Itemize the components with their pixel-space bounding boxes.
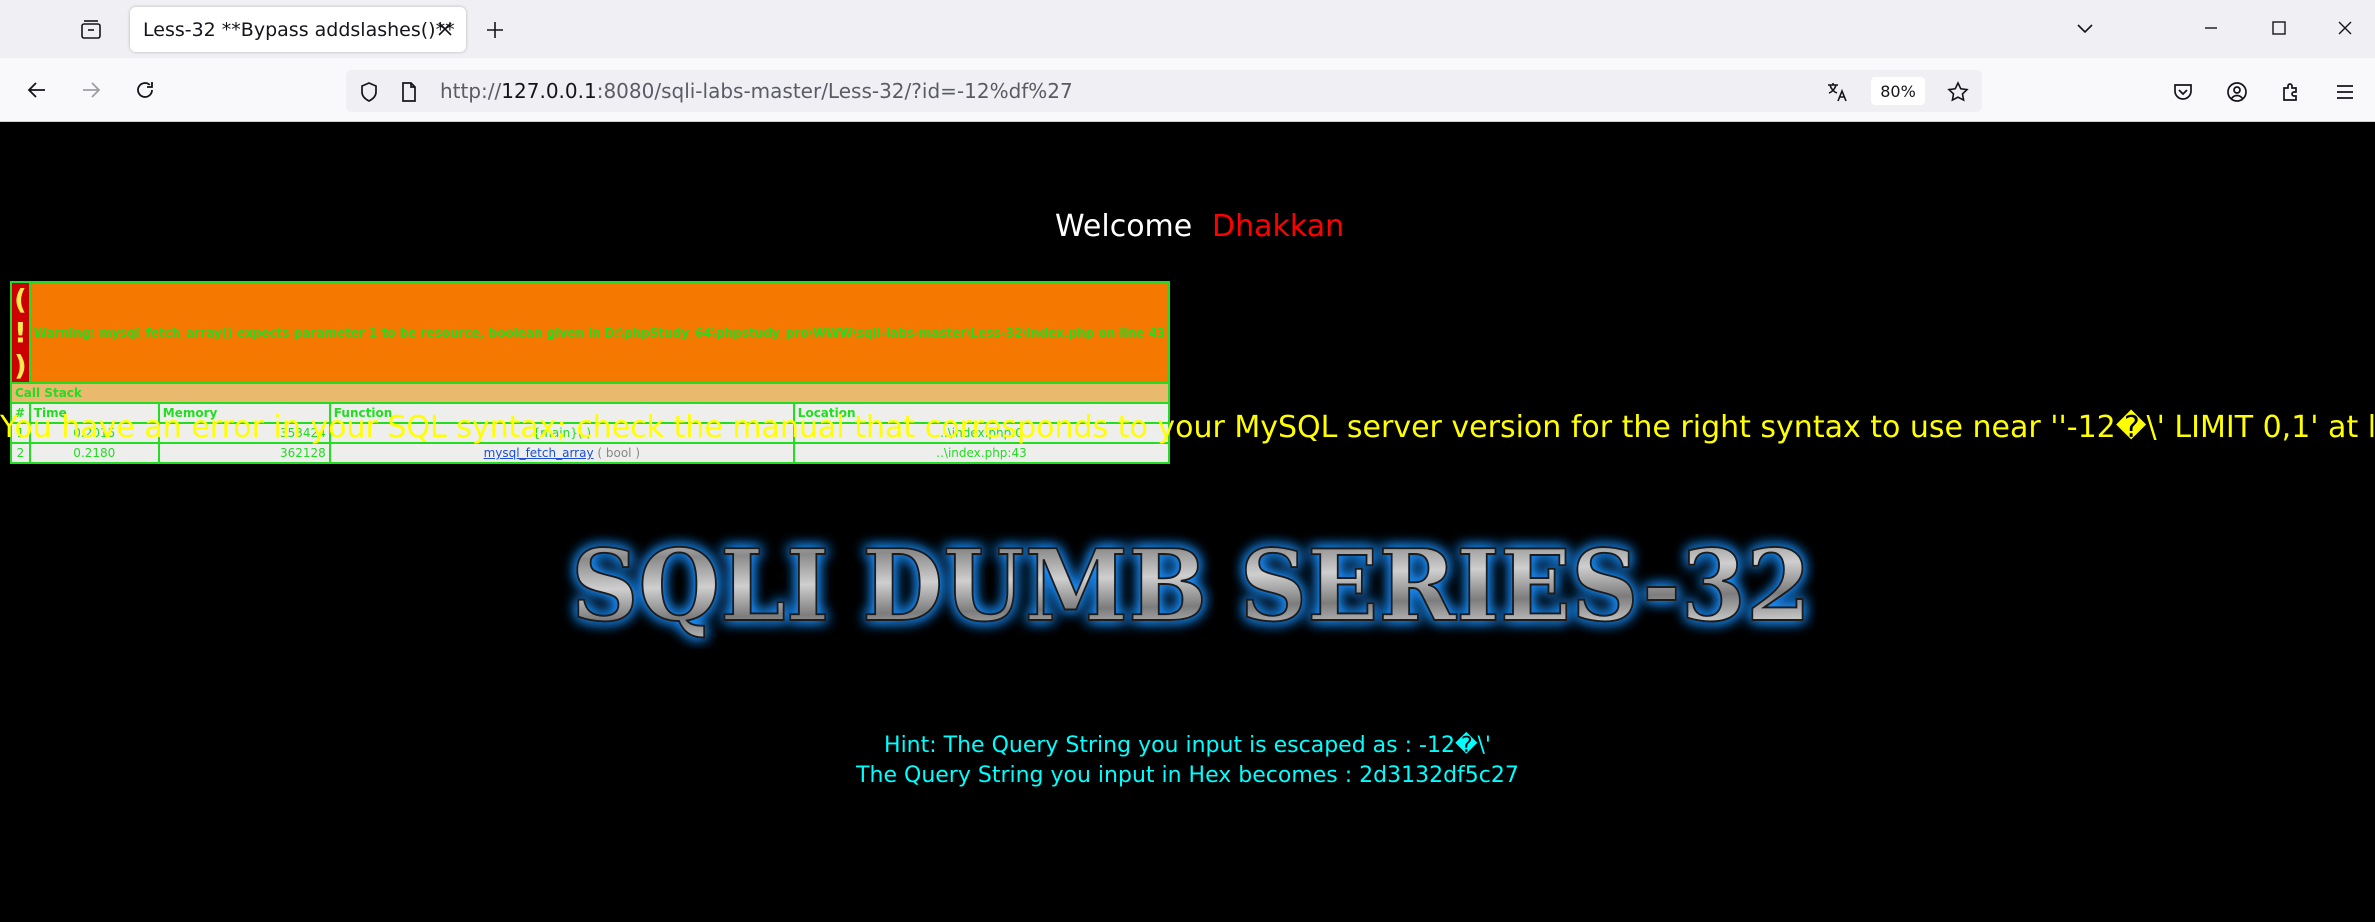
series-banner-image: SQLI DUMB SERIES-32 (570, 528, 1812, 645)
extensions-button[interactable] (2276, 77, 2306, 107)
pocket-icon (2174, 84, 2192, 100)
banner-text: SQLI DUMB SERIES-32 (571, 529, 1811, 644)
tab-title: Less-32 **Bypass addslashes()** (143, 19, 455, 41)
close-icon (438, 22, 452, 36)
hint-hex-string: The Query String you input in Hex become… (856, 763, 1519, 788)
arrow-right-icon (83, 82, 101, 98)
minimize-icon (2205, 27, 2217, 29)
puzzle-icon (2283, 83, 2297, 101)
row-memory: 362128 (157, 442, 331, 464)
pocket-button[interactable] (2168, 77, 2198, 107)
url-text[interactable]: http://127.0.0.1:8080/sqli-labs-master/L… (440, 79, 1073, 103)
star-icon (1947, 81, 1969, 102)
account-icon (2227, 82, 2247, 102)
warning-icon: ( ! ) (10, 281, 31, 384)
forward-button[interactable] (74, 73, 108, 107)
tab-bar: Less-32 **Bypass addslashes()** (0, 0, 2375, 58)
call-stack-title: Call Stack (9, 382, 1171, 404)
function-args: ( bool ) (593, 446, 641, 460)
page-content: Welcome Dhakkan ( ! ) Warning: mysql_fet… (0, 123, 2375, 922)
warning-message: Warning: mysql_fetch_array() expects par… (28, 281, 1171, 384)
app-menu-button[interactable] (2330, 77, 2360, 107)
zoom-level-button[interactable]: 80% (1871, 77, 1925, 105)
new-tab-button[interactable] (480, 16, 510, 44)
row-location: ..\index.php:43 (792, 442, 1171, 464)
function-doc-link[interactable]: mysql_fetch_array (484, 446, 594, 460)
hamburger-menu-icon (2337, 85, 2353, 99)
warning-row: ( ! ) Warning: mysql_fetch_array() expec… (10, 281, 1171, 384)
active-tab[interactable]: Less-32 **Bypass addslashes()** (130, 7, 466, 52)
url-host: 127.0.0.1 (501, 79, 597, 103)
translate-button[interactable] (1822, 78, 1852, 106)
chevron-down-icon (2077, 24, 2093, 34)
table-row: 2 0.2180 362128 mysql_fetch_array ( bool… (10, 442, 1171, 464)
arrow-left-icon (27, 82, 45, 98)
minimize-button[interactable] (2196, 14, 2226, 42)
url-path: :8080/sqli-labs-master/Less-32/?id=-12%d… (596, 79, 1073, 103)
back-button[interactable] (20, 73, 54, 107)
row-time: 0.2180 (28, 442, 160, 464)
maximize-icon (2272, 21, 2286, 35)
username-label: Dhakkan (1212, 209, 1345, 244)
row-num: 2 (10, 442, 31, 464)
shield-icon (361, 82, 377, 102)
translate-icon (1828, 83, 1847, 102)
plus-icon (487, 22, 503, 38)
list-all-tabs-button[interactable] (2070, 14, 2100, 42)
tab-close-button[interactable] (432, 16, 458, 42)
maximize-button[interactable] (2264, 14, 2294, 42)
welcome-label: Welcome (1055, 209, 1193, 244)
window-close-button[interactable] (2330, 14, 2360, 42)
tab-overview-button[interactable] (74, 16, 108, 44)
address-bar[interactable]: http://127.0.0.1:8080/sqli-labs-master/L… (346, 70, 1982, 112)
reload-button[interactable] (128, 73, 162, 107)
account-button[interactable] (2222, 77, 2252, 107)
folder-tabs-icon (81, 20, 101, 39)
bookmark-button[interactable] (1943, 78, 1973, 106)
site-info-button[interactable] (396, 79, 422, 105)
call-stack-row: Call Stack (9, 382, 1171, 404)
hint-escaped-string: Hint: The Query String you input is esca… (884, 733, 1491, 758)
page-icon (402, 82, 416, 102)
tracking-protection-button[interactable] (356, 79, 382, 105)
url-prefix: http:// (440, 79, 502, 103)
row-function: mysql_fetch_array ( bool ) (328, 442, 795, 464)
close-icon (2338, 21, 2352, 35)
reload-icon (137, 82, 153, 98)
sql-error-message: You have an error in your SQL syntax; ch… (0, 410, 2375, 445)
